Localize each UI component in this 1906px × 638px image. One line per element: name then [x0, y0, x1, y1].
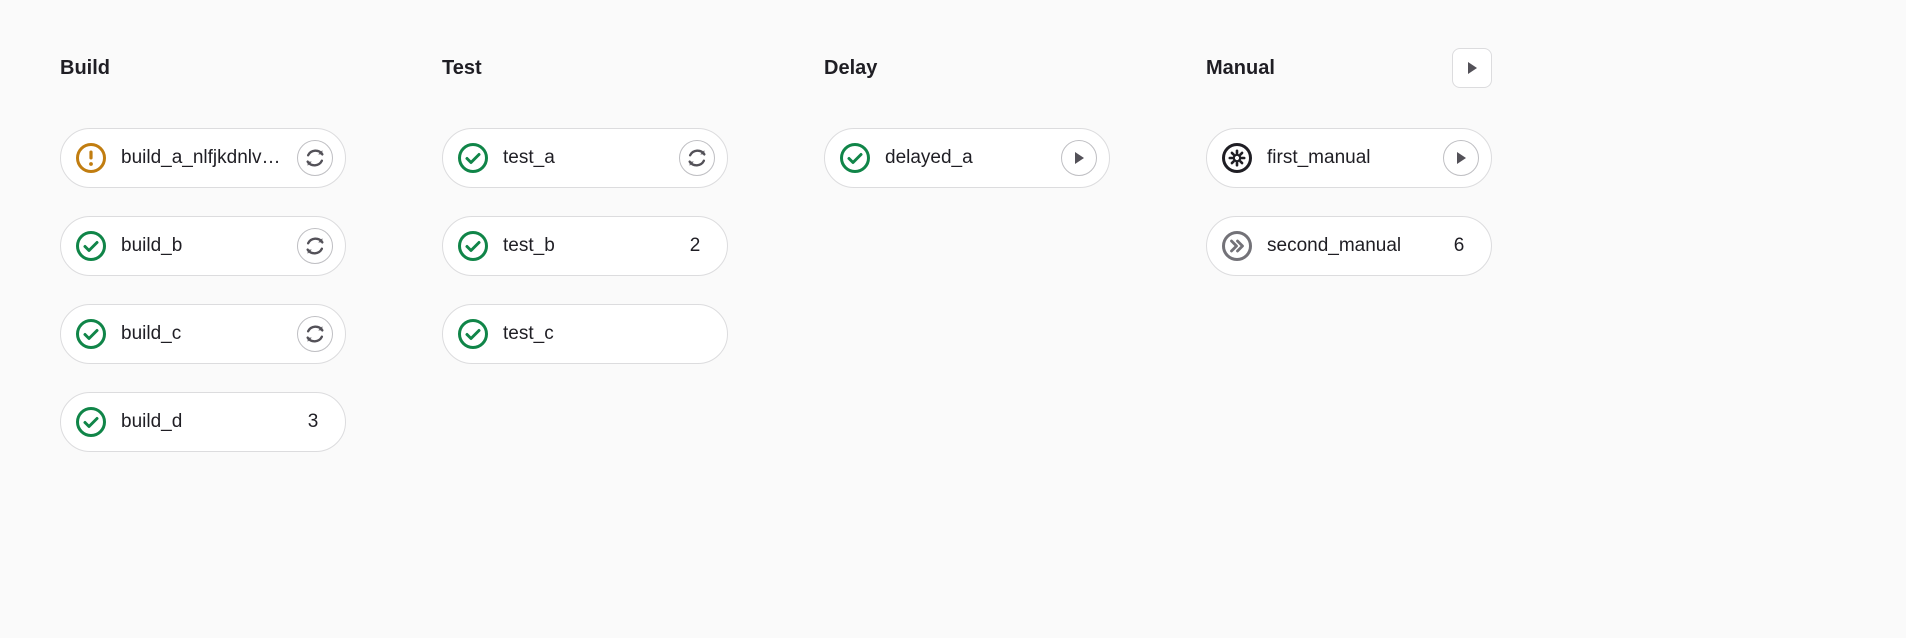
job-pill[interactable]: delayed_a: [824, 128, 1110, 188]
job-count: 6: [1445, 229, 1479, 263]
retry-icon: [298, 317, 332, 351]
retry-button[interactable]: [297, 228, 333, 264]
job-label: delayed_a: [885, 147, 1047, 169]
retry-icon: [298, 141, 332, 175]
job-pill[interactable]: build_d 3: [60, 392, 346, 452]
job-count: 3: [299, 405, 333, 439]
job-label: second_manual: [1267, 235, 1431, 257]
stage-header: Build: [60, 48, 346, 88]
stage-column: Manual first_manual second_manual 6: [1206, 48, 1492, 276]
stage-header: Test: [442, 48, 728, 88]
play-icon: [1444, 141, 1478, 175]
success-icon: [75, 230, 107, 262]
stage-title: Build: [60, 57, 110, 80]
job-list: test_a test_b 2 test_c: [442, 128, 728, 364]
job-pill[interactable]: build_b: [60, 216, 346, 276]
skipped-icon: [1221, 230, 1253, 262]
job-pill[interactable]: test_a: [442, 128, 728, 188]
job-pill[interactable]: build_a_nlfjkdnlvskfnkjdhf: [60, 128, 346, 188]
stage-title: Test: [442, 57, 482, 80]
job-label: test_b: [503, 235, 667, 257]
success-icon: [457, 318, 489, 350]
warning-icon: [75, 142, 107, 174]
retry-button[interactable]: [679, 140, 715, 176]
play-icon: [1062, 141, 1096, 175]
play-button[interactable]: [1443, 140, 1479, 176]
job-label: first_manual: [1267, 147, 1429, 169]
job-pill[interactable]: test_c: [442, 304, 728, 364]
job-label: build_a_nlfjkdnlvskfnkjdhf: [121, 147, 283, 169]
manual-icon: [1221, 142, 1253, 174]
retry-icon: [680, 141, 714, 175]
job-pill[interactable]: second_manual 6: [1206, 216, 1492, 276]
job-pill[interactable]: first_manual: [1206, 128, 1492, 188]
pipeline-stages: Build build_a_nlfjkdnlvskfnkjdhf build_b…: [60, 48, 1846, 452]
stage-title: Delay: [824, 57, 877, 80]
success-icon: [75, 406, 107, 438]
stage-column: Delay delayed_a: [824, 48, 1110, 188]
success-icon: [457, 230, 489, 262]
job-label: build_b: [121, 235, 283, 257]
job-list: delayed_a: [824, 128, 1110, 188]
stage-header: Delay: [824, 48, 1110, 88]
job-pill[interactable]: build_c: [60, 304, 346, 364]
job-label: build_d: [121, 411, 285, 433]
job-pill[interactable]: test_b 2: [442, 216, 728, 276]
job-list: build_a_nlfjkdnlvskfnkjdhf build_b build…: [60, 128, 346, 452]
play-icon: [1464, 60, 1480, 76]
stage-column: Build build_a_nlfjkdnlvskfnkjdhf build_b…: [60, 48, 346, 452]
retry-button[interactable]: [297, 316, 333, 352]
job-label: test_a: [503, 147, 665, 169]
play-button[interactable]: [1061, 140, 1097, 176]
run-stage-button[interactable]: [1452, 48, 1492, 88]
stage-title: Manual: [1206, 57, 1275, 80]
job-count: 2: [681, 229, 715, 263]
stage-column: Test test_a test_b 2 test_c: [442, 48, 728, 364]
retry-button[interactable]: [297, 140, 333, 176]
success-icon: [75, 318, 107, 350]
success-icon: [839, 142, 871, 174]
job-list: first_manual second_manual 6: [1206, 128, 1492, 276]
retry-icon: [298, 229, 332, 263]
job-label: build_c: [121, 323, 283, 345]
success-icon: [457, 142, 489, 174]
stage-header: Manual: [1206, 48, 1492, 88]
job-label: test_c: [503, 323, 715, 345]
